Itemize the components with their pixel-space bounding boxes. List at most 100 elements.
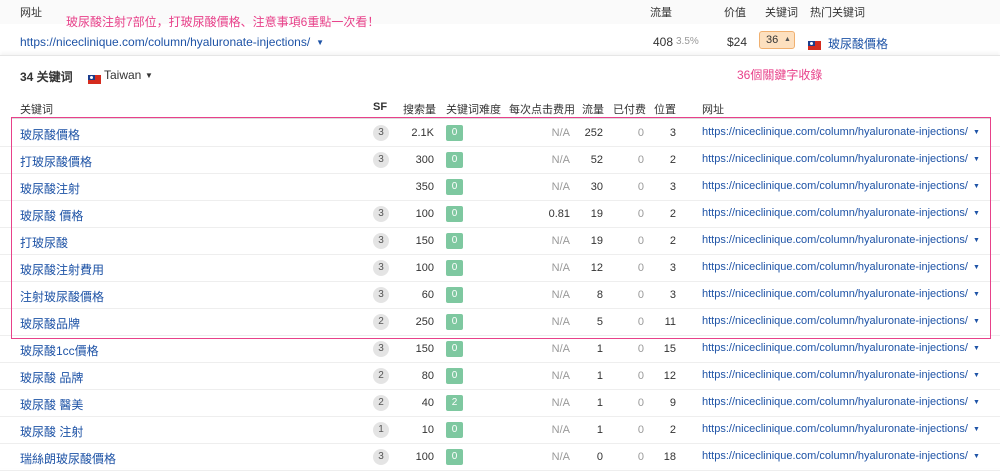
keyword-link[interactable]: 玻尿酸1cc價格 [20,342,99,359]
col-sf[interactable]: SF [373,101,387,113]
header-value-label[interactable]: 价值 [724,4,746,20]
ranking-url-text[interactable]: https://niceclinique.com/column/hyaluron… [702,288,968,300]
ranking-url-text[interactable]: https://niceclinique.com/column/hyaluron… [702,207,968,219]
summary-row: https://niceclinique.com/column/hyaluron… [0,28,1000,54]
traffic-value: 1 [596,397,603,409]
ranking-url-link[interactable]: https://niceclinique.com/column/hyaluron… [702,126,980,138]
ranking-url-text[interactable]: https://niceclinique.com/column/hyaluron… [702,261,968,273]
col-traffic[interactable]: 流量 [582,101,604,117]
serp-features-badge[interactable]: 2 [373,395,389,411]
chevron-down-icon[interactable]: ▼ [973,156,980,163]
ranking-url-text[interactable]: https://niceclinique.com/column/hyaluron… [702,315,968,327]
table-row: 玻尿酸 醫美 2 40 2 N/A 1 0 9 https://niceclin… [0,390,1000,417]
ranking-url-link[interactable]: https://niceclinique.com/column/hyaluron… [702,234,980,246]
ranking-url-link[interactable]: https://niceclinique.com/column/hyaluron… [702,396,980,408]
serp-features-badge[interactable]: 3 [373,287,389,303]
chevron-down-icon[interactable]: ▼ [973,453,980,460]
keyword-link[interactable]: 玻尿酸品牌 [20,315,80,332]
chevron-down-icon[interactable]: ▼ [973,210,980,217]
caret-down-icon[interactable]: ▼ [145,71,153,80]
col-kd[interactable]: 关键词难度 [446,101,501,117]
keywords-count-button[interactable]: 36 ▲ [759,31,795,49]
traffic-value: 0 [596,451,603,463]
chevron-down-icon[interactable]: ▼ [973,399,980,406]
summary-url-link[interactable]: https://niceclinique.com/column/hyaluron… [20,35,324,49]
ranking-url-text[interactable]: https://niceclinique.com/column/hyaluron… [702,126,968,138]
col-position[interactable]: 位置 [654,101,676,117]
chevron-down-icon[interactable]: ▼ [973,426,980,433]
serp-features-badge[interactable]: 3 [373,260,389,276]
traffic-value: 5 [596,316,603,328]
keyword-difficulty-badge: 0 [446,179,463,195]
keyword-difficulty-badge: 0 [446,422,463,438]
traffic-value: 1 [596,370,603,382]
serp-features-badge[interactable]: 3 [373,152,389,168]
keyword-difficulty-badge: 0 [446,125,463,141]
summary-url-text[interactable]: https://niceclinique.com/column/hyaluron… [20,35,310,49]
col-url: 网址 [702,104,724,116]
ranking-url-text[interactable]: https://niceclinique.com/column/hyaluron… [702,342,968,354]
serp-features-badge[interactable]: 3 [373,233,389,249]
search-volume: 80 [421,370,434,382]
keyword-link[interactable]: 打玻尿酸 [20,234,68,251]
chevron-down-icon[interactable]: ▼ [973,345,980,352]
ranking-url-link[interactable]: https://niceclinique.com/column/hyaluron… [702,207,980,219]
chevron-down-icon[interactable]: ▼ [973,372,980,379]
country-select[interactable]: Taiwan [104,68,141,82]
serp-features-badge[interactable]: 3 [373,341,389,357]
table-row: 玻尿酸注射費用 3 100 0 N/A 12 0 3 https://nicec… [0,255,1000,282]
position-value: 3 [669,262,676,274]
serp-features-badge[interactable]: 3 [373,206,389,222]
keyword-link[interactable]: 玻尿酸價格 [20,126,80,143]
chevron-down-icon[interactable]: ▼ [973,237,980,244]
keyword-link[interactable]: 瑞絲朗玻尿酸價格 [20,450,116,467]
ranking-url-text[interactable]: https://niceclinique.com/column/hyaluron… [702,450,968,462]
serp-features-badge[interactable]: 2 [373,368,389,384]
ranking-url-link[interactable]: https://niceclinique.com/column/hyaluron… [702,180,980,192]
chevron-down-icon[interactable]: ▼ [973,129,980,136]
ranking-url-text[interactable]: https://niceclinique.com/column/hyaluron… [702,180,968,192]
keyword-link[interactable]: 注射玻尿酸價格 [20,288,104,305]
keyword-link[interactable]: 玻尿酸注射 [20,180,80,197]
keywords-total: 34 关键词 [20,70,73,84]
keyword-link[interactable]: 玻尿酸 品牌 [20,369,83,386]
keyword-link[interactable]: 玻尿酸 醫美 [20,396,83,413]
col-cpc[interactable]: 每次点击费用 [509,101,575,117]
cpc-value: 0.81 [548,208,570,220]
chevron-down-icon[interactable]: ▼ [316,38,324,47]
chevron-down-icon[interactable]: ▼ [973,183,980,190]
col-paid[interactable]: 已付费 [613,101,646,117]
serp-features-badge[interactable]: 3 [373,449,389,465]
ranking-url-link[interactable]: https://niceclinique.com/column/hyaluron… [702,315,980,327]
chevron-down-icon[interactable]: ▼ [973,318,980,325]
ranking-url-link[interactable]: https://niceclinique.com/column/hyaluron… [702,423,980,435]
ranking-url-text[interactable]: https://niceclinique.com/column/hyaluron… [702,153,968,165]
serp-features-badge[interactable]: 3 [373,125,389,141]
ranking-url-link[interactable]: https://niceclinique.com/column/hyaluron… [702,288,980,300]
serp-features-badge[interactable]: 2 [373,314,389,330]
ranking-url-link[interactable]: https://niceclinique.com/column/hyaluron… [702,261,980,273]
top-keyword-link[interactable]: 玻尿酸價格 [828,35,888,52]
traffic-value: 8 [596,289,603,301]
ranking-url-link[interactable]: https://niceclinique.com/column/hyaluron… [702,369,980,381]
header-traffic-label[interactable]: 流量 [650,4,672,20]
header-keywords-label[interactable]: 关键词 [765,4,798,20]
chevron-down-icon[interactable]: ▼ [973,291,980,298]
keyword-link[interactable]: 玻尿酸注射費用 [20,261,104,278]
ranking-url-link[interactable]: https://niceclinique.com/column/hyaluron… [702,450,980,462]
ranking-url-link[interactable]: https://niceclinique.com/column/hyaluron… [702,153,980,165]
keyword-difficulty-badge: 0 [446,233,463,249]
keyword-link[interactable]: 玻尿酸 注射 [20,423,83,440]
keyword-difficulty-badge: 0 [446,341,463,357]
col-volume[interactable]: 搜索量 [403,101,436,117]
ranking-url-link[interactable]: https://niceclinique.com/column/hyaluron… [702,342,980,354]
ranking-url-text[interactable]: https://niceclinique.com/column/hyaluron… [702,369,968,381]
ranking-url-text[interactable]: https://niceclinique.com/column/hyaluron… [702,234,968,246]
chevron-down-icon[interactable]: ▼ [973,264,980,271]
taiwan-flag-icon[interactable] [88,75,101,84]
keyword-link[interactable]: 打玻尿酸價格 [20,153,92,170]
serp-features-badge[interactable]: 1 [373,422,389,438]
keyword-link[interactable]: 玻尿酸 價格 [20,207,83,224]
ranking-url-text[interactable]: https://niceclinique.com/column/hyaluron… [702,423,968,435]
ranking-url-text[interactable]: https://niceclinique.com/column/hyaluron… [702,396,968,408]
